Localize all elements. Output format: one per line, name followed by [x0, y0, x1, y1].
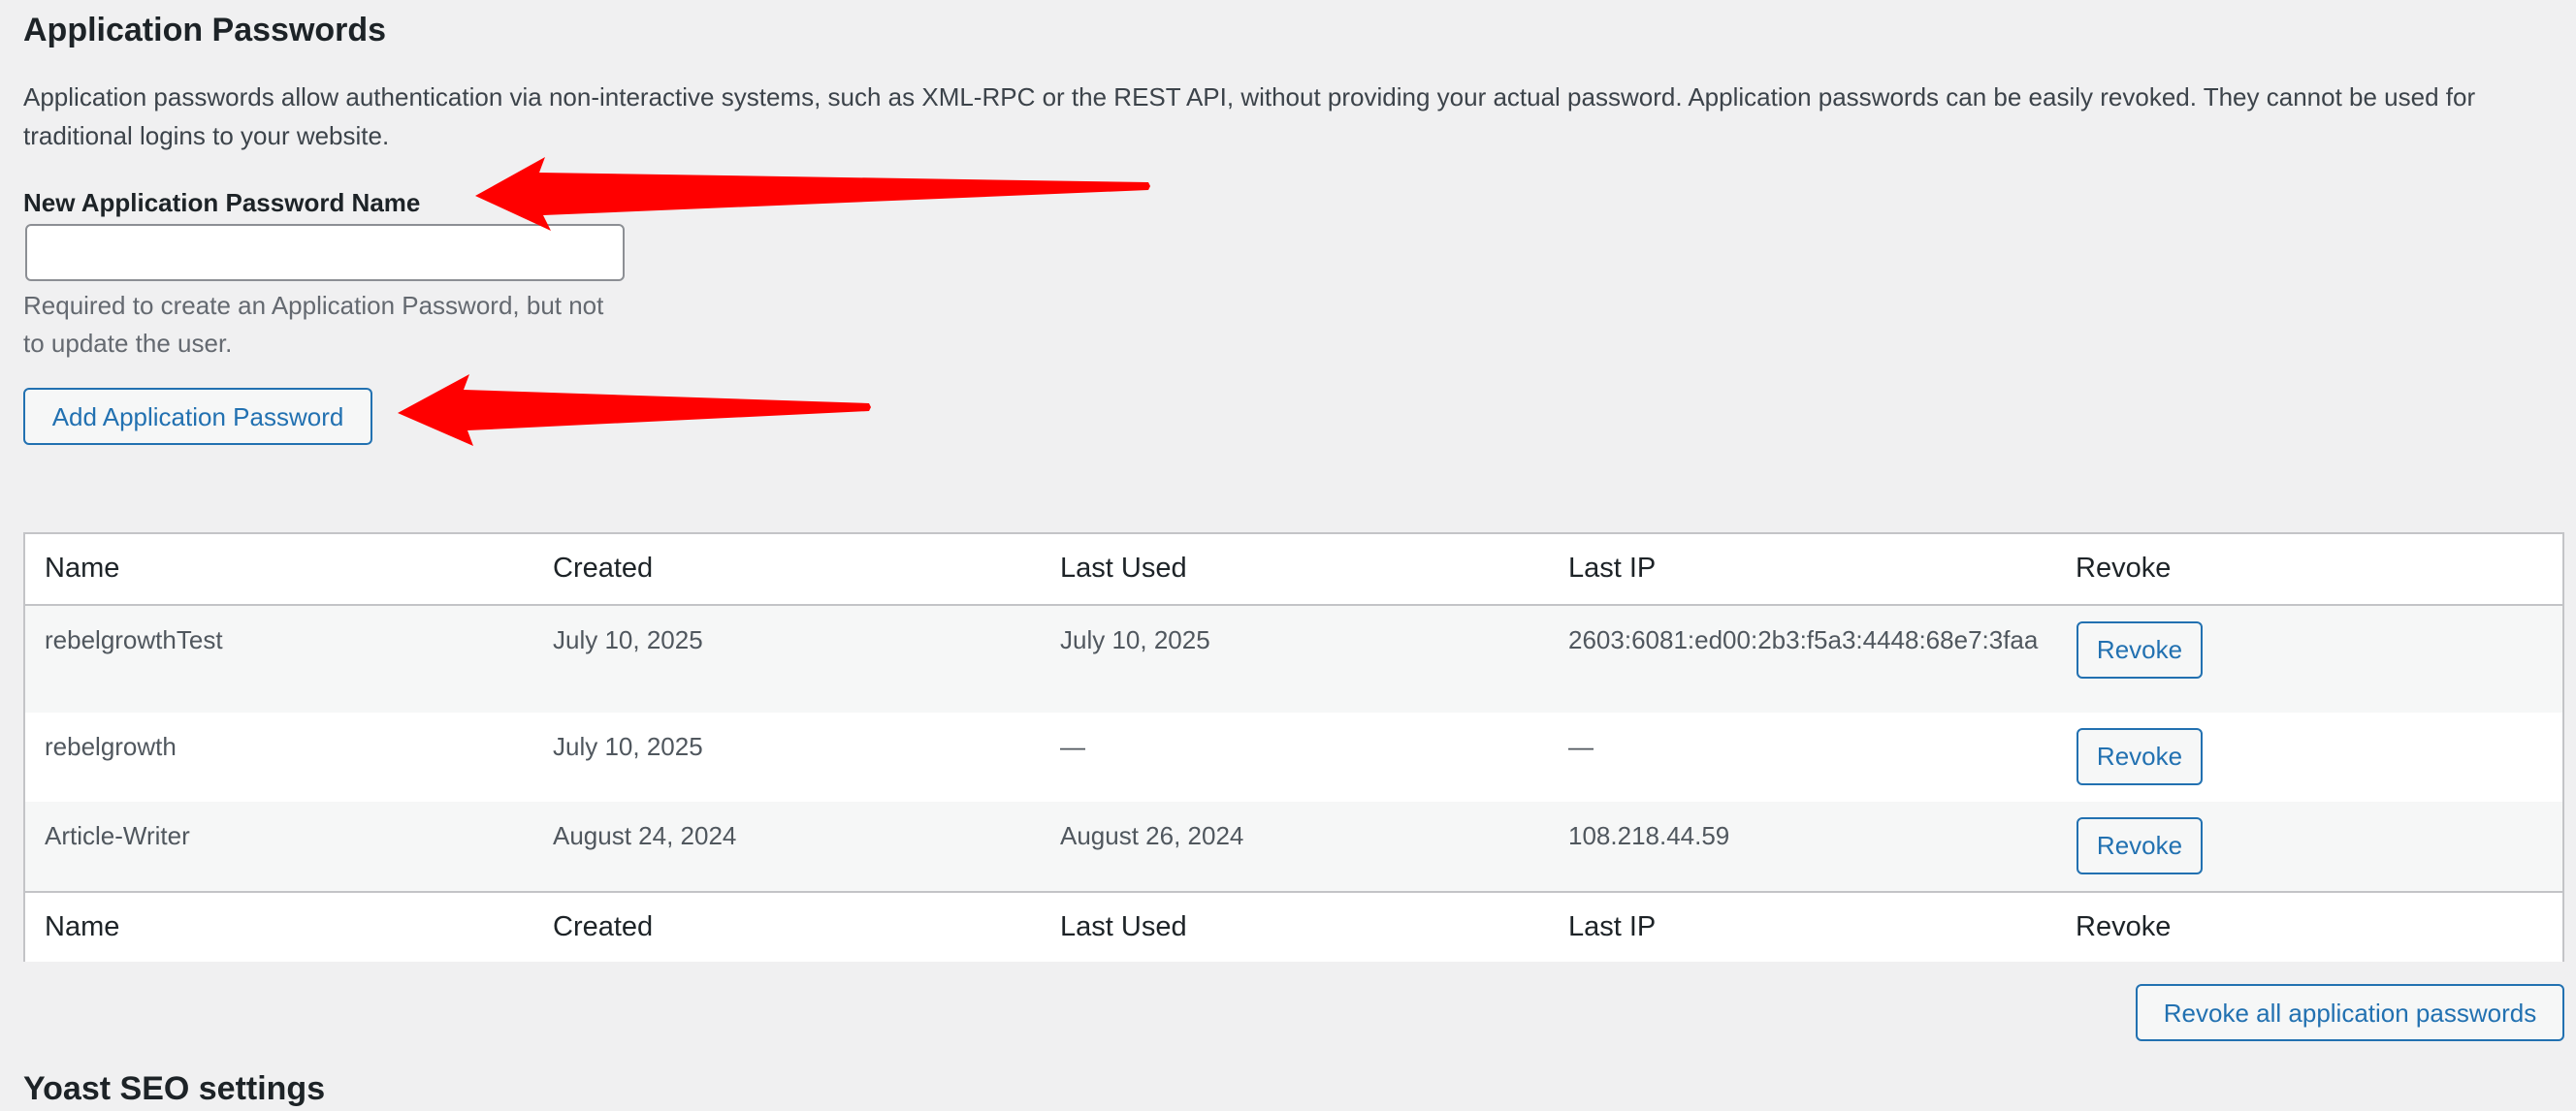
column-header-last-used: Last Used [1060, 553, 1187, 584]
column-footer-revoke: Revoke [2076, 911, 2172, 942]
column-footer-created: Created [553, 911, 654, 942]
row-last-ip: — [1568, 732, 1594, 761]
revoke-all-button[interactable]: Revoke all application passwords [2136, 984, 2564, 1041]
annotation-arrow-2 [398, 374, 871, 446]
revoke-button[interactable]: Revoke [2077, 621, 2203, 679]
column-header-revoke: Revoke [2076, 553, 2172, 584]
column-header-last-ip: Last IP [1568, 553, 1657, 584]
row-last-used: August 26, 2024 [1060, 821, 1244, 850]
table-row: rebelgrowth July 10, 2025 — — Revoke [25, 713, 2562, 802]
row-name: rebelgrowth [45, 732, 177, 761]
row-last-ip: 108.218.44.59 [1568, 821, 1730, 850]
row-name: rebelgrowthTest [45, 625, 223, 654]
row-last-used: — [1060, 732, 1085, 761]
table-footer-row: Name Created Last Used Last IP Revoke [25, 891, 2562, 962]
column-header-name: Name [45, 553, 120, 584]
column-footer-name: Name [45, 911, 120, 942]
column-footer-last-ip: Last IP [1568, 911, 1657, 942]
row-created: August 24, 2024 [553, 821, 737, 850]
annotation-arrow-shape [398, 374, 871, 446]
application-passwords-table: Name Created Last Used Last IP Revoke re… [23, 532, 2564, 962]
revoke-button[interactable]: Revoke [2077, 728, 2203, 785]
row-last-ip: 2603:6081:ed00:2b3:f5a3:4448:68e7:3faa [1568, 625, 2039, 654]
revoke-button[interactable]: Revoke [2077, 817, 2203, 874]
row-name: Article-Writer [45, 821, 190, 850]
row-created: July 10, 2025 [553, 732, 703, 761]
next-section-title: Yoast SEO settings [23, 1070, 326, 1107]
column-footer-last-used: Last Used [1060, 911, 1187, 942]
row-last-used: July 10, 2025 [1060, 625, 1210, 654]
row-created: July 10, 2025 [553, 625, 703, 654]
table-row: Article-Writer August 24, 2024 August 26… [25, 802, 2562, 891]
table-header-row: Name Created Last Used Last IP Revoke [25, 534, 2562, 606]
table-row: rebelgrowthTest July 10, 2025 July 10, 2… [25, 606, 2562, 713]
column-header-created: Created [553, 553, 654, 584]
